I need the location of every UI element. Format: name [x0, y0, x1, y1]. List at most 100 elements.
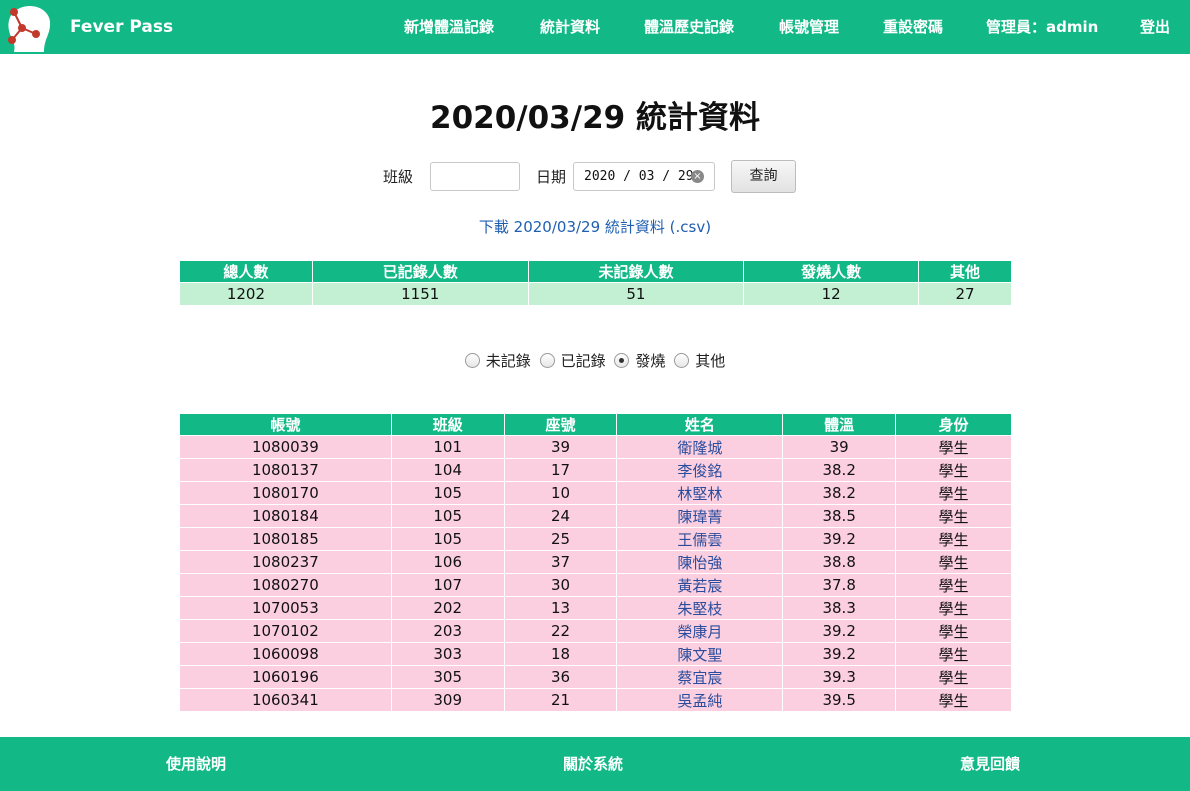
column-header-name: 姓名: [616, 413, 784, 436]
radio-label: 已記錄: [560, 352, 606, 370]
summary-unrecorded: 51: [527, 282, 745, 306]
table-row: 1080170 105 10 林堅林 38.2 學生: [179, 481, 1012, 505]
nav-account-management[interactable]: 帳號管理: [779, 0, 839, 54]
seat-cell: 21: [503, 688, 618, 712]
footer-about-system[interactable]: 關於系統: [563, 737, 623, 791]
role-cell: 學生: [895, 527, 1012, 551]
student-name-link[interactable]: 陳怡強: [677, 554, 722, 572]
nav-admin-user[interactable]: 管理員：admin: [986, 0, 1098, 54]
student-name-link[interactable]: 王儒雲: [677, 531, 722, 549]
student-name-link[interactable]: 衛隆城: [677, 439, 722, 457]
temperature-cell: 39.3: [782, 665, 897, 689]
temperature-cell: 38.2: [782, 481, 897, 505]
summary-header: 總人數: [179, 260, 313, 283]
table-row: 1080184 105 24 陳瑋菁 38.5 學生: [179, 504, 1012, 528]
download-csv-link[interactable]: 下載 2020/03/29 統計資料 (.csv): [0, 216, 1190, 237]
radio-button[interactable]: [674, 353, 690, 368]
student-name-link[interactable]: 蔡宜宸: [677, 669, 722, 687]
account-cell: 1060341: [179, 688, 392, 712]
class-cell: 105: [390, 481, 505, 505]
student-name-link[interactable]: 吳孟純: [677, 692, 722, 710]
student-name-link[interactable]: 黃若宸: [677, 577, 722, 595]
nav-logout[interactable]: 登出: [1140, 0, 1170, 54]
seat-cell: 39: [503, 435, 618, 459]
filter-other[interactable]: 其他: [674, 350, 725, 371]
page-title: 2020/03/29 統計資料: [430, 100, 760, 136]
fever-detail-table: 帳號 班級 座號 姓名 體溫 身份 1080039 101 39 衛隆城 39 學生 108…: [179, 413, 1012, 712]
radio-label: 未記錄: [485, 352, 531, 370]
table-row: 1070053 202 13 朱堅枝 38.3 學生: [179, 596, 1012, 620]
temperature-cell: 38.5: [782, 504, 897, 528]
student-name-link[interactable]: 朱堅枝: [677, 600, 722, 618]
status-filter: 未記錄 已記錄 發燒 其他: [0, 350, 1190, 372]
filter-recorded[interactable]: 已記錄: [539, 350, 606, 371]
student-name-link[interactable]: 李俊銘: [677, 462, 722, 480]
radio-button[interactable]: [464, 353, 480, 368]
student-name-link[interactable]: 林堅林: [677, 485, 722, 503]
query-button[interactable]: 查詢: [731, 160, 796, 193]
class-cell: 101: [390, 435, 505, 459]
seat-cell: 30: [503, 573, 618, 597]
account-cell: 1080184: [179, 504, 392, 528]
nav-reset-password[interactable]: 重設密碼: [883, 0, 943, 54]
temperature-cell: 39.2: [782, 642, 897, 666]
name-cell: 榮康月: [616, 619, 784, 643]
temperature-cell: 38.2: [782, 458, 897, 482]
date-label: 日期: [536, 168, 567, 186]
role-cell: 學生: [895, 688, 1012, 712]
filter-unrecorded[interactable]: 未記錄: [464, 350, 531, 371]
nav-temperature-history[interactable]: 體溫歷史記錄: [644, 0, 734, 54]
student-name-link[interactable]: 陳文聖: [677, 646, 722, 664]
footer-feedback[interactable]: 意見回饋: [960, 737, 1020, 791]
class-cell: 203: [390, 619, 505, 643]
class-cell: 303: [390, 642, 505, 666]
table-row: 1080185 105 25 王儒雲 39.2 學生: [179, 527, 1012, 551]
seat-cell: 37: [503, 550, 618, 574]
nav-statistics[interactable]: 統計資料: [540, 0, 600, 54]
clear-date-icon[interactable]: ×: [691, 170, 704, 183]
class-cell: 305: [390, 665, 505, 689]
date-input[interactable]: 2020 / 03 / 29 ×: [573, 162, 715, 191]
seat-cell: 36: [503, 665, 618, 689]
summary-other: 27: [918, 282, 1012, 306]
name-cell: 衛隆城: [616, 435, 784, 459]
footer-user-guide[interactable]: 使用說明: [166, 737, 226, 791]
class-cell: 309: [390, 688, 505, 712]
class-cell: 106: [390, 550, 505, 574]
role-cell: 學生: [895, 458, 1012, 482]
summary-recorded: 1151: [311, 282, 529, 306]
table-row: 1080270 107 30 黃若宸 37.8 學生: [179, 573, 1012, 597]
class-input[interactable]: [430, 162, 520, 191]
radio-button[interactable]: [539, 353, 555, 368]
top-navbar: Fever Pass 新增體溫記錄 統計資料 體溫歷史記錄 帳號管理 重設密碼 …: [0, 0, 1190, 54]
role-cell: 學生: [895, 550, 1012, 574]
fever-pass-logo[interactable]: [0, 0, 56, 54]
account-cell: 1080270: [179, 573, 392, 597]
role-cell: 學生: [895, 665, 1012, 689]
summary-total: 1202: [179, 282, 313, 306]
summary-table: 總人數 已記錄人數 未記錄人數 發燒人數 其他 1202 1151 51 12 …: [179, 260, 1012, 306]
name-cell: 林堅林: [616, 481, 784, 505]
nav-add-temperature[interactable]: 新增體溫記錄: [404, 0, 494, 54]
name-cell: 蔡宜宸: [616, 665, 784, 689]
account-cell: 1080039: [179, 435, 392, 459]
name-cell: 王儒雲: [616, 527, 784, 551]
name-cell: 朱堅枝: [616, 596, 784, 620]
temperature-cell: 38.8: [782, 550, 897, 574]
table-row: 1080237 106 37 陳怡強 38.8 學生: [179, 550, 1012, 574]
footer: 使用說明 關於系統 意見回饋: [0, 737, 1190, 791]
class-cell: 107: [390, 573, 505, 597]
filter-fever[interactable]: 發燒: [614, 350, 665, 371]
role-cell: 學生: [895, 642, 1012, 666]
temperature-cell: 39.2: [782, 619, 897, 643]
radio-button-selected[interactable]: [614, 353, 630, 368]
role-cell: 學生: [895, 596, 1012, 620]
column-header-seat: 座號: [503, 413, 618, 436]
name-cell: 吳孟純: [616, 688, 784, 712]
class-cell: 202: [390, 596, 505, 620]
date-value: 2020 / 03 / 29: [584, 169, 694, 184]
column-header-account: 帳號: [179, 413, 392, 436]
student-name-link[interactable]: 陳瑋菁: [677, 508, 722, 526]
student-name-link[interactable]: 榮康月: [677, 623, 722, 641]
brand-name[interactable]: Fever Pass: [70, 0, 173, 54]
